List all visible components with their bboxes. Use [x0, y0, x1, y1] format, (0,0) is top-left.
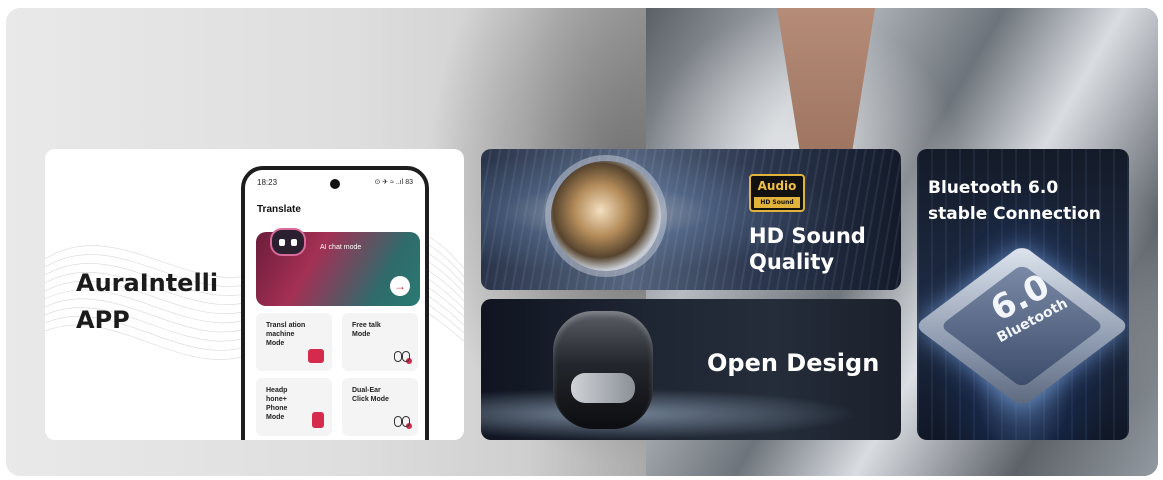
ai-chat-mode-label: AI chat mode — [320, 244, 362, 251]
status-time: 18:23 — [257, 178, 278, 187]
bluetooth-title: Bluetooth 6.0 stable Connection — [928, 178, 1101, 224]
phone-icon — [312, 412, 324, 428]
mode-tile-free-talk[interactable]: Free talk Mode — [342, 313, 418, 371]
screen-title: Translate — [257, 204, 301, 215]
hd-sound-card: Audio HD Sound HD Sound Quality — [481, 149, 901, 290]
mode-tile-dual-ear-click[interactable]: Dual-Ear Click Mode — [342, 378, 418, 436]
app-title: AuraIntelli APP — [76, 269, 219, 334]
badge-bottom-text: HD Sound — [754, 197, 800, 208]
bluetooth-card: Bluetooth 6.0 stable Connection 6.0 Blue… — [917, 149, 1129, 440]
open-design-title: Open Design — [707, 349, 880, 377]
open-design-card: Open Design — [481, 299, 901, 440]
badge-top-text: Audio — [757, 179, 797, 193]
mode-tile-translation-machine[interactable]: Transl ation machine Mode — [256, 313, 332, 371]
robot-icon — [270, 228, 306, 256]
mode-label: Dual-Ear Click Mode — [352, 387, 389, 403]
camera-hole-icon — [330, 179, 340, 189]
speaker-driver-image — [551, 161, 661, 271]
arrow-right-icon[interactable]: → — [390, 276, 410, 296]
mode-label: Transl ation machine Mode — [266, 322, 306, 347]
earbuds-icon — [394, 414, 412, 429]
translator-icon — [308, 349, 324, 363]
mode-tile-headphone-phone[interactable]: Headp hone+ Phone Mode — [256, 378, 332, 436]
phone-mockup: 18:23 ⊙ ✈ ≈ ..ıl 83 Translate AI chat mo… — [241, 166, 429, 440]
audio-hd-badge: Audio HD Sound — [749, 174, 805, 212]
mode-label: Headp hone+ Phone Mode — [266, 387, 288, 421]
hd-sound-title: HD Sound Quality — [749, 224, 866, 274]
light-glow-decoration — [481, 384, 901, 440]
earbuds-icon — [394, 349, 412, 364]
earbuds-case-image — [553, 311, 653, 429]
mode-label: Free talk Mode — [352, 322, 381, 338]
app-card: AuraIntelli APP 18:23 ⊙ ✈ ≈ ..ıl 83 Tran… — [45, 149, 464, 440]
ai-chat-mode-card[interactable]: AI chat mode → — [256, 228, 420, 306]
status-icons: ⊙ ✈ ≈ ..ıl 83 — [374, 179, 413, 186]
